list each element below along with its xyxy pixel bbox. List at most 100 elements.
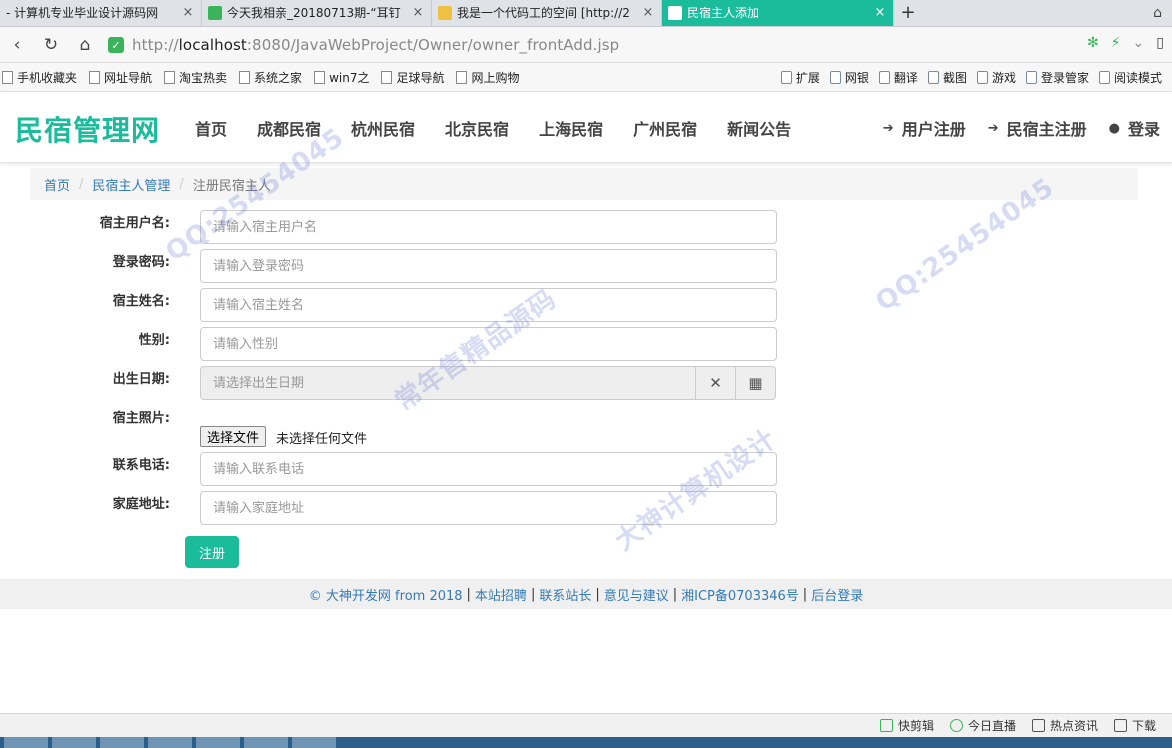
page-icon <box>381 70 393 84</box>
mobile-icon[interactable]: ▯ <box>1156 35 1164 51</box>
translate-button[interactable]: 翻译 <box>878 69 918 86</box>
play-icon <box>949 719 963 732</box>
games-button[interactable]: 游戏 <box>976 69 1016 86</box>
phone-label: 联系电话: <box>112 458 170 473</box>
taskbar-app[interactable] <box>244 737 288 748</box>
status-live[interactable]: 今日直播 <box>949 717 1016 734</box>
choose-file-button[interactable]: 选择文件 <box>200 426 267 447</box>
bank-button[interactable]: 网银 <box>829 69 869 86</box>
sign-in-icon: ➔ <box>882 120 894 136</box>
footer-link-icp[interactable]: 湘ICP备0703346号 <box>681 585 799 604</box>
taskbar-app[interactable] <box>100 737 144 748</box>
taskbar-app[interactable] <box>148 737 192 748</box>
reading-mode-button[interactable]: 阅读模式 <box>1098 69 1162 86</box>
address-input[interactable] <box>200 491 777 525</box>
bookmark-item[interactable]: 足球导航 <box>381 69 444 86</box>
taskbar-app[interactable] <box>196 737 240 748</box>
url-text: http://localhost:8080/JavaWebProject/Own… <box>132 36 620 54</box>
nav-news[interactable]: 新闻公告 <box>727 116 791 140</box>
window-menu-icon[interactable]: ⌂ <box>1153 5 1162 21</box>
site-logo[interactable]: 民宿管理网 <box>15 109 160 149</box>
sign-in-icon: ➔ <box>987 120 999 136</box>
browser-tab-1[interactable]: - 计算机专业毕业设计源码网 × <box>0 0 202 26</box>
new-tab-button[interactable]: + <box>894 0 922 26</box>
extensions-button[interactable]: 扩展 <box>780 69 820 86</box>
phone-input[interactable] <box>200 452 777 486</box>
status-download[interactable]: 下载 <box>1113 717 1156 734</box>
login-link[interactable]: ● 登录 <box>1109 116 1160 140</box>
nav-hangzhou[interactable]: 杭州民宿 <box>351 116 415 140</box>
login-manager-button[interactable]: 登录管家 <box>1025 69 1089 86</box>
gender-input[interactable] <box>200 327 777 361</box>
chevron-down-icon[interactable]: ⌄ <box>1133 35 1145 51</box>
copyright-link[interactable]: © 大神开发网 from 2018 <box>309 585 463 604</box>
birthday-input[interactable] <box>200 366 696 400</box>
reload-icon[interactable]: ↻ <box>34 27 68 63</box>
page-icon <box>239 70 251 84</box>
phone-icon <box>2 70 13 84</box>
bookmark-item[interactable]: 网上购物 <box>456 69 519 86</box>
browser-tab-active[interactable]: 民宿主人添加 × <box>662 0 894 26</box>
footer-link-jobs[interactable]: 本站招聘 <box>475 585 527 604</box>
footer-link-contact[interactable]: 联系站长 <box>539 585 591 604</box>
bookmark-item[interactable]: 网址导航 <box>89 69 152 86</box>
birthday-picker: ✕ ▦ <box>200 366 776 400</box>
name-label: 宿主姓名: <box>112 294 170 309</box>
footer-link-admin-login[interactable]: 后台登录 <box>811 585 863 604</box>
breadcrumb-home[interactable]: 首页 <box>44 175 70 194</box>
taskbar-app[interactable] <box>52 737 96 748</box>
address-tools: ✻ ⚡ ⌄ ▯ <box>1087 35 1164 51</box>
bookmark-item[interactable]: 系统之家 <box>239 69 302 86</box>
bookmark-item[interactable]: win7之 <box>314 69 369 86</box>
back-icon[interactable]: ‹ <box>0 27 34 63</box>
bookmark-item[interactable]: 淘宝热卖 <box>164 69 227 86</box>
footer-separator: | <box>466 586 471 602</box>
lightning-icon[interactable]: ⚡ <box>1111 35 1121 51</box>
nav-shanghai[interactable]: 上海民宿 <box>539 116 603 140</box>
password-label: 登录密码: <box>112 255 170 270</box>
status-quick-edit[interactable]: 快剪辑 <box>879 717 934 734</box>
status-news[interactable]: 热点资讯 <box>1031 717 1098 734</box>
address-label: 家庭地址: <box>112 497 170 512</box>
url-field[interactable]: ✓ http://localhost:8080/JavaWebProject/O… <box>108 32 1098 58</box>
nav-chengdu[interactable]: 成都民宿 <box>257 116 321 140</box>
footer-link-feedback[interactable]: 意见与建议 <box>604 585 669 604</box>
footer-separator: | <box>672 586 678 602</box>
refresh-status-icon[interactable]: ✻ <box>1087 35 1099 51</box>
nav-beijing[interactable]: 北京民宿 <box>445 116 509 140</box>
breadcrumb-section[interactable]: 民宿主人管理 <box>92 175 170 194</box>
taskbar-app[interactable] <box>4 737 48 748</box>
user-register-link[interactable]: ➔ 用户注册 <box>883 116 966 140</box>
browser-tab-3[interactable]: 我是一个代码工的空间 [http://2 × <box>432 0 662 26</box>
favicon-icon <box>208 5 222 20</box>
browser-tab-bar: - 计算机专业毕业设计源码网 × 今天我相亲_20180713期-“耳钉 × 我… <box>0 0 1172 27</box>
calendar-icon[interactable]: ▦ <box>736 366 776 400</box>
footer-separator: | <box>802 586 808 602</box>
close-icon[interactable]: × <box>873 5 887 20</box>
page-icon <box>164 70 176 84</box>
owner-register-link[interactable]: ➔ 民宿主注册 <box>988 116 1087 140</box>
footer-separator: | <box>530 586 536 602</box>
name-input[interactable] <box>200 288 777 322</box>
register-button[interactable]: 注册 <box>185 536 239 568</box>
password-input[interactable] <box>200 249 777 283</box>
close-icon[interactable]: × <box>411 5 425 20</box>
watermark-text: 大神计算机设计 <box>609 424 782 558</box>
taskbar-app[interactable] <box>292 737 336 748</box>
bookmark-item[interactable]: 手机收藏夹 <box>2 69 77 86</box>
tab-title: 今天我相亲_20180713期-“耳钉 <box>227 6 401 20</box>
username-input[interactable] <box>200 210 777 244</box>
browser-tab-2[interactable]: 今天我相亲_20180713期-“耳钉 × <box>202 0 432 26</box>
clear-icon[interactable]: ✕ <box>696 366 736 400</box>
nav-guangzhou[interactable]: 广州民宿 <box>633 116 697 140</box>
address-bar: ‹ ↻ ⌂ ✓ http://localhost:8080/JavaWebPro… <box>0 27 1172 63</box>
main-nav: 首页 成都民宿 杭州民宿 北京民宿 上海民宿 广州民宿 新闻公告 <box>180 116 806 140</box>
close-icon[interactable]: × <box>641 5 655 20</box>
book-icon <box>1098 71 1110 84</box>
home-icon[interactable]: ⌂ <box>68 27 102 63</box>
breadcrumb-separator: / <box>79 176 84 192</box>
nav-home[interactable]: 首页 <box>195 116 227 140</box>
screenshot-button[interactable]: 截图 <box>927 69 967 86</box>
close-icon[interactable]: × <box>181 5 195 20</box>
page-icon <box>668 5 682 20</box>
